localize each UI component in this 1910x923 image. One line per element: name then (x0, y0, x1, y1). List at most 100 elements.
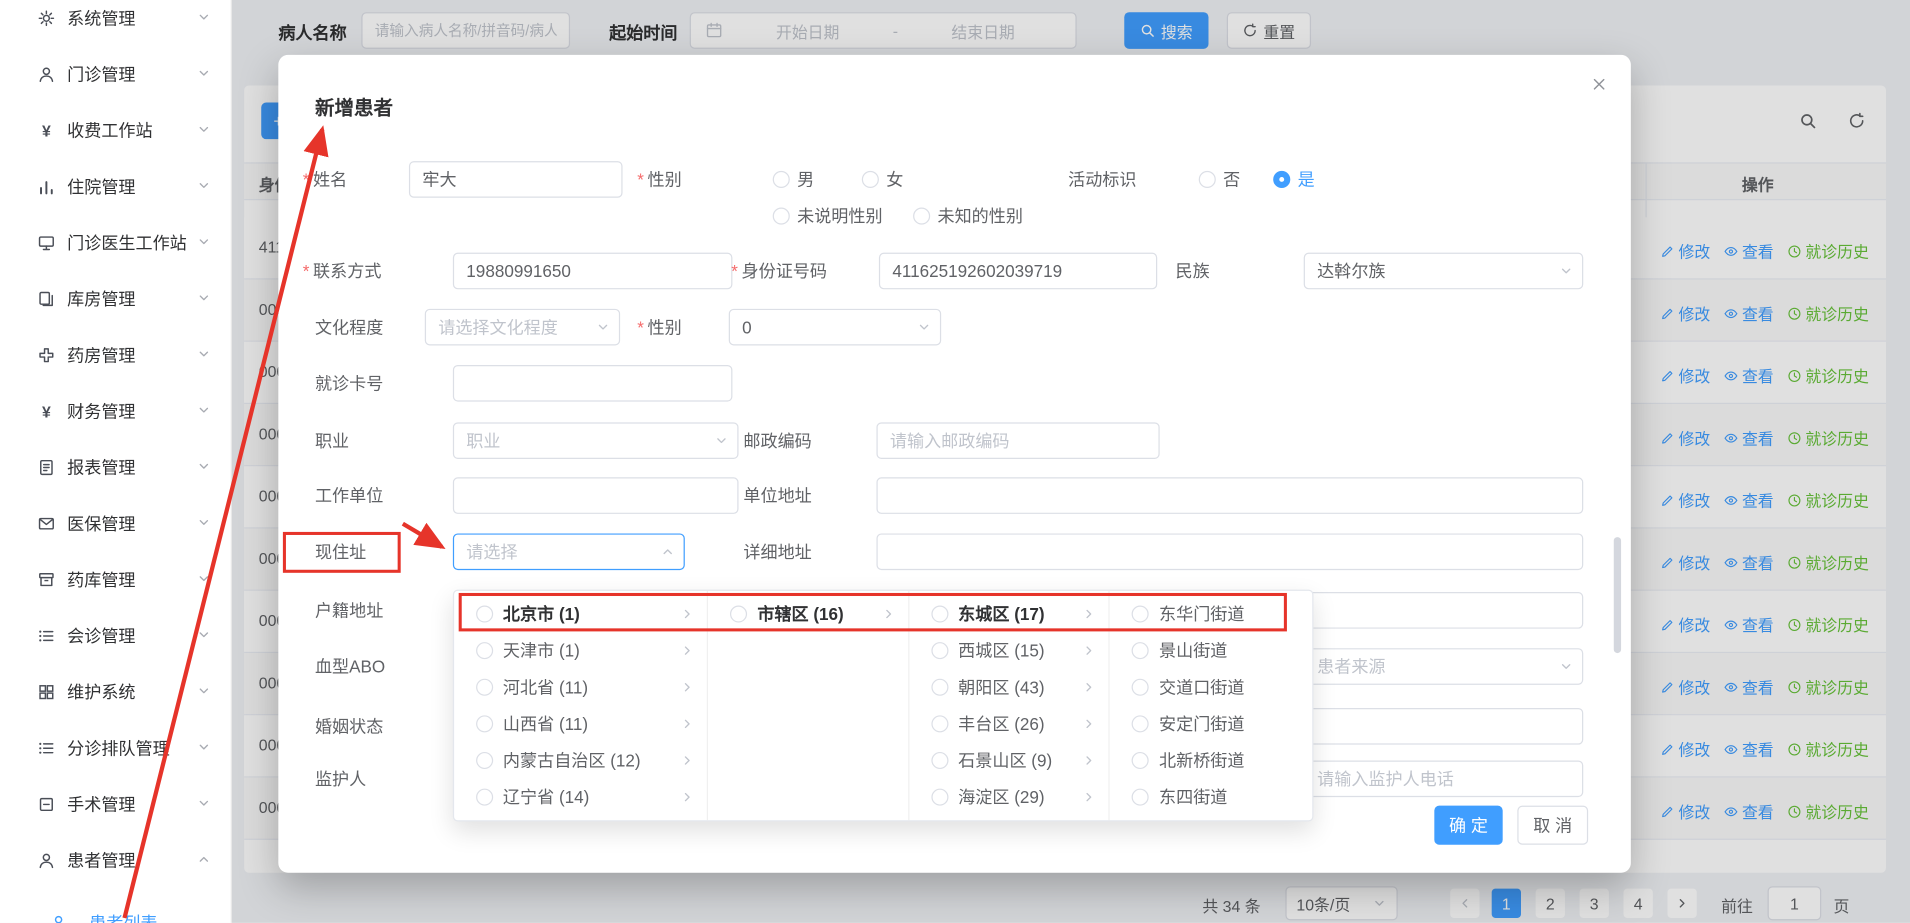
chevron-right-icon (680, 790, 695, 805)
cascader-option-dongsi[interactable]: 东四街道 (1110, 779, 1312, 816)
radio-icon[interactable] (931, 715, 948, 732)
chevron-right-icon (1082, 643, 1097, 658)
radio-icon[interactable] (931, 679, 948, 696)
yen-icon: ¥ (37, 402, 57, 422)
card-number-input[interactable] (453, 365, 733, 402)
radio-icon[interactable] (931, 789, 948, 806)
radio-icon[interactable] (730, 605, 747, 622)
gender-unstated-radio[interactable]: 未说明性别 (773, 204, 883, 228)
field-label-text: 工作单位 (315, 486, 383, 506)
chevron-down-icon (197, 9, 212, 29)
sidebar-item-label: 患者管理 (67, 848, 196, 872)
contact-input[interactable] (453, 253, 733, 290)
guardian-field-label: 监护人 (315, 767, 366, 791)
chevron-down-icon (197, 739, 212, 759)
radio-icon[interactable] (476, 679, 493, 696)
cascader-option-neimenggu[interactable]: 内蒙古自治区 (12) (454, 742, 707, 779)
option-label: 朝阳区 (43) (958, 675, 1072, 699)
patient-source-select[interactable] (1304, 648, 1584, 685)
sidebar-item-maintenance-system[interactable]: 维护系统 (0, 664, 231, 720)
envelope-icon (37, 514, 57, 534)
cascader-option-jingshan[interactable]: 景山街道 (1110, 632, 1312, 669)
cascader-option-jiaodaokou[interactable]: 交道口街道 (1110, 669, 1312, 706)
field-label-text: 性别 (648, 170, 682, 190)
radio-icon[interactable] (476, 789, 493, 806)
user-icon (49, 913, 69, 923)
radio-icon[interactable] (931, 642, 948, 659)
sidebar-item-insurance-management[interactable]: 医保管理 (0, 496, 231, 552)
sidebar-item-label: 报表管理 (67, 455, 196, 479)
cascader-option-dongcheng[interactable]: 东城区 (17) (909, 596, 1109, 633)
gender-male-radio[interactable]: 男 (773, 167, 815, 191)
radio-icon[interactable] (476, 642, 493, 659)
cascader-option-beixinqiao[interactable]: 北新桥街道 (1110, 742, 1312, 779)
sidebar-item-charging-workstation[interactable]: ¥收费工作站 (0, 103, 231, 159)
unit-address-input[interactable] (876, 477, 1583, 514)
cascader-option-shixiaqu[interactable]: 市辖区 (16) (709, 596, 909, 633)
work-unit-input[interactable] (453, 477, 739, 514)
active-flag-yes-radio[interactable]: 是 (1273, 167, 1315, 191)
sidebar-item-finance-management[interactable]: ¥财务管理 (0, 383, 231, 439)
sidebar-item-surgery-management[interactable]: 手术管理 (0, 776, 231, 832)
detail-address-input[interactable] (876, 533, 1583, 570)
radio-icon[interactable] (1132, 789, 1149, 806)
name-input[interactable] (409, 161, 623, 198)
close-icon[interactable] (1587, 72, 1611, 96)
sidebar-item-outpatient-doctor-workstation[interactable]: 门诊医生工作站 (0, 215, 231, 271)
chevron-down-icon (197, 514, 212, 534)
cascader-option-beijing[interactable]: 北京市 (1) (454, 596, 707, 633)
sidebar-item-system-management[interactable]: 系统管理 (0, 0, 231, 46)
cascader-option-andingmen[interactable]: 安定门街道 (1110, 706, 1312, 743)
radio-icon[interactable] (931, 605, 948, 622)
blood-type-field-label: 血型ABO (315, 654, 385, 678)
radio-icon[interactable] (1132, 605, 1149, 622)
cascader-option-shijingshan[interactable]: 石景山区 (9) (909, 742, 1109, 779)
cascader-option-hebei[interactable]: 河北省 (11) (454, 669, 707, 706)
chevron-down-icon (197, 682, 212, 702)
household-address-right-input[interactable] (1304, 592, 1584, 629)
confirm-button[interactable]: 确 定 (1434, 806, 1502, 845)
cascader-option-liaoning[interactable]: 辽宁省 (14) (454, 779, 707, 816)
gender-unknown-radio[interactable]: 未知的性别 (913, 204, 1023, 228)
gender-code-select[interactable] (729, 309, 941, 346)
sidebar-item-report-management[interactable]: 报表管理 (0, 439, 231, 495)
radio-icon[interactable] (931, 752, 948, 769)
cancel-button[interactable]: 取 消 (1517, 806, 1588, 845)
cascader-option-chaoyang[interactable]: 朝阳区 (43) (909, 669, 1109, 706)
occupation-select[interactable] (453, 422, 739, 459)
sidebar-item-triage-queue-management[interactable]: 分诊排队管理 (0, 720, 231, 776)
gender-female-radio[interactable]: 女 (862, 167, 904, 191)
sidebar-item-drug-storage-management[interactable]: 药库管理 (0, 552, 231, 608)
cascader-option-xicheng[interactable]: 西城区 (15) (909, 632, 1109, 669)
dialog-scrollbar-thumb[interactable] (1614, 537, 1621, 653)
sidebar-item-pharmacy-management[interactable]: 药房管理 (0, 327, 231, 383)
sidebar-item-inpatient-management[interactable]: 住院管理 (0, 159, 231, 215)
option-label: 丰台区 (26) (958, 712, 1072, 736)
ethnicity-select[interactable] (1304, 253, 1584, 290)
cascader-option-haidian[interactable]: 海淀区 (29) (909, 779, 1109, 816)
cascader-option-donghuamen[interactable]: 东华门街道 (1110, 596, 1312, 633)
cascader-option-shanxi[interactable]: 山西省 (11) (454, 706, 707, 743)
sidebar-item-consultation-management[interactable]: 会诊管理 (0, 608, 231, 664)
id-number-input[interactable] (879, 253, 1157, 290)
radio-icon[interactable] (476, 752, 493, 769)
postal-code-input[interactable] (876, 422, 1159, 459)
sidebar-item-patient-management[interactable]: 患者管理 (0, 833, 231, 889)
radio-icon[interactable] (1132, 679, 1149, 696)
cascader-option-tianjin[interactable]: 天津市 (1) (454, 632, 707, 669)
current-address-select[interactable] (453, 533, 685, 570)
radio-icon[interactable] (476, 715, 493, 732)
radio-icon[interactable] (476, 605, 493, 622)
guardian-phone-input[interactable] (1304, 760, 1584, 797)
cascader-option-fengtai[interactable]: 丰台区 (26) (909, 706, 1109, 743)
radio-icon[interactable] (1132, 752, 1149, 769)
marital-status-right-input[interactable] (1304, 708, 1584, 745)
radio-icon[interactable] (1132, 715, 1149, 732)
sidebar-item-patient-list[interactable]: 患者列表 (0, 898, 232, 923)
active-flag-no-radio[interactable]: 否 (1199, 167, 1241, 191)
sidebar-item-warehouse-management[interactable]: 库房管理 (0, 271, 231, 327)
sidebar-item-outpatient-management[interactable]: 门诊管理 (0, 46, 231, 102)
education-select[interactable] (425, 309, 620, 346)
bar-chart-icon (37, 177, 57, 197)
radio-icon[interactable] (1132, 642, 1149, 659)
